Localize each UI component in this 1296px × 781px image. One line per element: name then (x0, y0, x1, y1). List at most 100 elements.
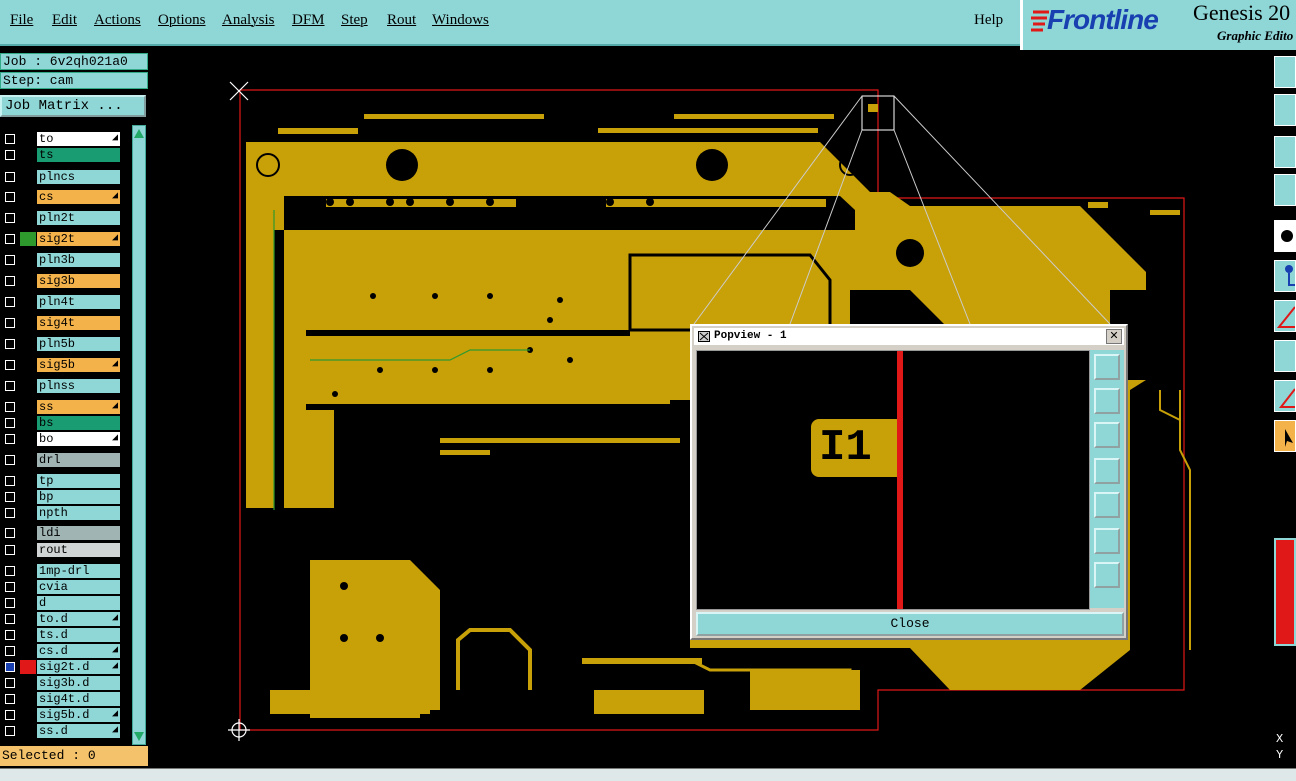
layer-checkbox[interactable] (5, 360, 15, 370)
layer-checkbox[interactable] (5, 662, 15, 672)
layer-row-plnss[interactable]: plnss (2, 379, 120, 393)
layer-checkbox[interactable] (5, 297, 15, 307)
layer-checkbox[interactable] (5, 528, 15, 538)
pv-fit-icon[interactable] (1094, 528, 1120, 554)
pv-zoom-out-icon[interactable] (1094, 388, 1120, 414)
layer-row-bo[interactable]: bo ◢ (2, 432, 120, 446)
pv-zoom-in-icon[interactable] (1094, 354, 1120, 380)
tool-line-icon[interactable] (1274, 300, 1296, 332)
layer-row-sig5b[interactable]: sig5b ◢ (2, 358, 120, 372)
layer-row-sig2t-d[interactable]: sig2t.d ◢ (2, 660, 120, 674)
pv-pan-right-icon[interactable] (1094, 492, 1120, 518)
menu-file[interactable]: File (10, 12, 33, 29)
layer-checkbox[interactable] (5, 255, 15, 265)
layer-checkbox[interactable] (5, 694, 15, 704)
layer-row-1mp-drl[interactable]: 1mp-drl (2, 564, 120, 578)
job-matrix-button[interactable]: Job Matrix ... (0, 95, 146, 117)
layer-checkbox[interactable] (5, 172, 15, 182)
menu-actions[interactable]: Actions (94, 12, 141, 29)
layer-checkbox[interactable] (5, 402, 15, 412)
close-icon[interactable]: ✕ (1106, 329, 1122, 344)
layer-checkbox[interactable] (5, 582, 15, 592)
layer-checkbox[interactable] (5, 566, 15, 576)
layer-row-to[interactable]: to ◢ (2, 132, 120, 146)
layer-row-cvia[interactable]: cvia (2, 580, 120, 594)
layer-row-sig4t[interactable]: sig4t (2, 316, 120, 330)
layer-row-rout[interactable]: rout (2, 543, 120, 557)
pv-pan-up-icon[interactable] (1094, 422, 1120, 448)
tool-snap-icon[interactable] (1274, 340, 1296, 372)
layer-checkbox[interactable] (5, 630, 15, 640)
layer-checkbox[interactable] (5, 492, 15, 502)
layer-row-pln2t[interactable]: pln2t (2, 211, 120, 225)
layer-row-sig5b-d[interactable]: sig5b.d ◢ (2, 708, 120, 722)
popview-titlebar[interactable]: Popview - 1 ✕ (694, 328, 1124, 345)
layer-row-cs[interactable]: cs ◢ (2, 190, 120, 204)
layer-row-ss[interactable]: ss ◢ (2, 400, 120, 414)
layer-row-bs[interactable]: bs (2, 416, 120, 430)
menu-step[interactable]: Step (341, 12, 368, 29)
popview-canvas[interactable]: I1 (696, 350, 1090, 610)
layer-checkbox[interactable] (5, 455, 15, 465)
layer-checkbox[interactable] (5, 614, 15, 624)
scroll-up-icon[interactable] (133, 128, 145, 140)
layer-checkbox[interactable] (5, 545, 15, 555)
tool-pointer-icon[interactable] (1274, 420, 1296, 452)
layer-row-ts[interactable]: ts (2, 148, 120, 162)
layer-checkbox[interactable] (5, 710, 15, 720)
layer-row-cs-d[interactable]: cs.d ◢ (2, 644, 120, 658)
tool-window-icon[interactable] (1274, 136, 1296, 168)
menu-windows[interactable]: Windows (432, 12, 489, 29)
layer-checkbox[interactable] (5, 276, 15, 286)
pv-pan-left-icon[interactable] (1094, 458, 1120, 484)
menu-dfm[interactable]: DFM (292, 12, 325, 29)
layer-row-bp[interactable]: bp (2, 490, 120, 504)
layer-checkbox[interactable] (5, 598, 15, 608)
layer-checkbox[interactable] (5, 476, 15, 486)
layer-checkbox[interactable] (5, 381, 15, 391)
layer-row-npth[interactable]: npth (2, 506, 120, 520)
layer-scrollbar[interactable] (132, 125, 146, 745)
layer-checkbox[interactable] (5, 318, 15, 328)
menu-edit[interactable]: Edit (52, 12, 77, 29)
menu-analysis[interactable]: Analysis (222, 12, 275, 29)
layer-checkbox[interactable] (5, 192, 15, 202)
layer-checkbox[interactable] (5, 234, 15, 244)
layer-checkbox[interactable] (5, 508, 15, 518)
layer-checkbox[interactable] (5, 678, 15, 688)
layer-row-sig2t[interactable]: sig2t ◢ (2, 232, 120, 246)
layer-row-ldi[interactable]: ldi (2, 526, 120, 540)
layer-row-tp[interactable]: tp (2, 474, 120, 488)
layer-row-plncs[interactable]: plncs (2, 170, 120, 184)
scroll-down-icon[interactable] (133, 730, 145, 742)
menu-help[interactable]: Help (974, 12, 1003, 29)
layer-row-ts-d[interactable]: ts.d (2, 628, 120, 642)
layer-checkbox[interactable] (5, 150, 15, 160)
layer-row-pln4t[interactable]: pln4t (2, 295, 120, 309)
layer-row-d[interactable]: d (2, 596, 120, 610)
popview-close-button[interactable]: Close (696, 612, 1124, 636)
tool-select-icon[interactable] (1274, 220, 1296, 252)
tool-fit-icon[interactable] (1274, 174, 1296, 206)
layer-checkbox[interactable] (5, 646, 15, 656)
layer-row-to-d[interactable]: to.d ◢ (2, 612, 120, 626)
layer-row-drl[interactable]: drl (2, 453, 120, 467)
tool-angle-icon[interactable] (1274, 380, 1296, 412)
layer-checkbox[interactable] (5, 134, 15, 144)
pv-center-icon[interactable] (1094, 562, 1120, 588)
layer-row-sig4t-d[interactable]: sig4t.d (2, 692, 120, 706)
layer-row-pln5b[interactable]: pln5b (2, 337, 120, 351)
layer-row-pln3b[interactable]: pln3b (2, 253, 120, 267)
layer-row-sig3b[interactable]: sig3b (2, 274, 120, 288)
layer-checkbox[interactable] (5, 339, 15, 349)
layer-checkbox[interactable] (5, 418, 15, 428)
menu-options[interactable]: Options (158, 12, 206, 29)
layer-row-ss-d[interactable]: ss.d ◢ (2, 724, 120, 738)
menu-rout[interactable]: Rout (387, 12, 416, 29)
tool-measure-icon[interactable] (1274, 260, 1296, 292)
tool-zoom-icon[interactable] (1274, 56, 1296, 88)
tool-pan-icon[interactable] (1274, 94, 1296, 126)
layer-checkbox[interactable] (5, 726, 15, 736)
layer-row-sig3b-d[interactable]: sig3b.d (2, 676, 120, 690)
layer-checkbox[interactable] (5, 213, 15, 223)
